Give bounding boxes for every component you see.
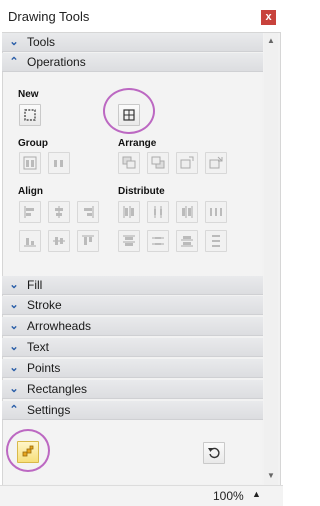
section-arrowheads[interactable]: ⌄ Arrowheads xyxy=(2,317,263,336)
send-to-back-icon xyxy=(151,156,165,169)
chevron-down-icon: ⌄ xyxy=(9,341,19,353)
status-bar: 100% ▲ xyxy=(0,485,283,506)
settings-content xyxy=(3,420,262,484)
chevron-up-icon: ⌃ xyxy=(9,404,19,416)
section-stroke[interactable]: ⌄ Stroke xyxy=(2,296,263,315)
chevron-down-icon: ⌄ xyxy=(9,383,19,395)
distribute-middle-icon xyxy=(152,237,164,245)
distribute-horizontal-spacing-button[interactable] xyxy=(205,201,227,223)
chevron-down-icon: ⌄ xyxy=(9,320,19,332)
align-middle-icon xyxy=(53,237,65,245)
chevron-down-icon: ⌄ xyxy=(9,279,19,291)
section-label: Points xyxy=(27,361,61,375)
highlight-circle xyxy=(103,88,155,134)
section-settings[interactable]: ⌃ Settings xyxy=(2,401,263,420)
align-label: Align xyxy=(18,186,43,197)
group-label: Group xyxy=(18,138,48,149)
distribute-vertical-spacing-button[interactable] xyxy=(205,230,227,252)
distribute-center-button[interactable] xyxy=(147,201,169,223)
ungroup-icon xyxy=(54,160,63,167)
reset-button[interactable] xyxy=(203,442,225,464)
section-label: Rectangles xyxy=(27,382,88,396)
window-title: Drawing Tools xyxy=(8,9,90,24)
section-label: Text xyxy=(27,340,50,354)
bring-to-front-icon xyxy=(122,156,136,169)
section-label: Stroke xyxy=(27,298,62,312)
distribute-top-icon xyxy=(123,235,135,246)
group-icon xyxy=(23,156,37,170)
distribute-right-button[interactable] xyxy=(176,201,198,223)
section-label: Tools xyxy=(27,35,56,49)
highlight-circle xyxy=(6,429,50,472)
zoom-level[interactable]: 100% xyxy=(213,489,244,503)
new-label: New xyxy=(18,89,39,100)
distribute-vertical-icon xyxy=(212,235,220,247)
chevron-down-icon: ⌄ xyxy=(9,299,19,311)
new-drawing-button[interactable] xyxy=(19,104,41,126)
align-left-icon xyxy=(24,206,34,218)
align-bottom-button[interactable] xyxy=(19,230,41,252)
distribute-top-button[interactable] xyxy=(118,230,140,252)
distribute-horizontal-icon xyxy=(210,208,222,216)
scroll-up-icon[interactable]: ▲ xyxy=(266,36,276,46)
align-bottom-icon xyxy=(24,238,36,247)
section-fill[interactable]: ⌄ Fill xyxy=(2,276,263,295)
bring-forward-button[interactable] xyxy=(176,152,198,174)
section-points[interactable]: ⌄ Points xyxy=(2,359,263,378)
distribute-center-icon xyxy=(154,206,162,218)
distribute-label: Distribute xyxy=(118,186,165,197)
align-left-button[interactable] xyxy=(19,201,41,223)
align-top-button[interactable] xyxy=(77,230,99,252)
align-middle-button[interactable] xyxy=(48,230,70,252)
section-text[interactable]: ⌄ Text xyxy=(2,338,263,357)
send-to-back-button[interactable] xyxy=(147,152,169,174)
ungroup-button[interactable] xyxy=(48,152,70,174)
vertical-scrollbar[interactable]: ▲ ▼ xyxy=(264,33,278,485)
new-drawing-icon xyxy=(24,109,36,121)
align-right-button[interactable] xyxy=(77,201,99,223)
arrange-label: Arrange xyxy=(118,138,157,149)
scroll-down-icon[interactable]: ▼ xyxy=(266,471,276,481)
distribute-left-button[interactable] xyxy=(118,201,140,223)
send-backward-icon xyxy=(209,156,223,169)
send-backward-button[interactable] xyxy=(205,152,227,174)
section-label: Operations xyxy=(27,55,86,69)
distribute-right-icon xyxy=(182,206,193,218)
zoom-dropdown-icon[interactable]: ▲ xyxy=(252,489,261,499)
align-center-icon xyxy=(55,206,63,218)
distribute-middle-button[interactable] xyxy=(147,230,169,252)
title-bar: Drawing Tools x xyxy=(0,0,283,32)
close-button[interactable]: x xyxy=(261,10,276,25)
section-tools[interactable]: ⌄ Tools xyxy=(2,33,263,52)
distribute-bottom-icon xyxy=(181,236,193,247)
bring-to-front-button[interactable] xyxy=(118,152,140,174)
section-rectangles[interactable]: ⌄ Rectangles xyxy=(2,380,263,399)
align-right-icon xyxy=(84,206,94,218)
bring-forward-icon xyxy=(180,156,194,169)
distribute-left-icon xyxy=(123,206,134,218)
operations-content: New Group Arrange Align Distribute xyxy=(3,72,262,276)
align-center-button[interactable] xyxy=(48,201,70,223)
reset-icon xyxy=(208,447,220,459)
chevron-down-icon: ⌄ xyxy=(9,362,19,374)
section-operations[interactable]: ⌃ Operations xyxy=(2,53,263,72)
section-label: Settings xyxy=(27,403,71,417)
chevron-down-icon: ⌄ xyxy=(9,36,19,48)
chevron-up-icon: ⌃ xyxy=(9,56,19,68)
distribute-bottom-button[interactable] xyxy=(176,230,198,252)
group-button[interactable] xyxy=(19,152,41,174)
align-top-icon xyxy=(82,235,94,245)
section-label: Fill xyxy=(27,278,43,292)
section-label: Arrowheads xyxy=(27,319,92,333)
